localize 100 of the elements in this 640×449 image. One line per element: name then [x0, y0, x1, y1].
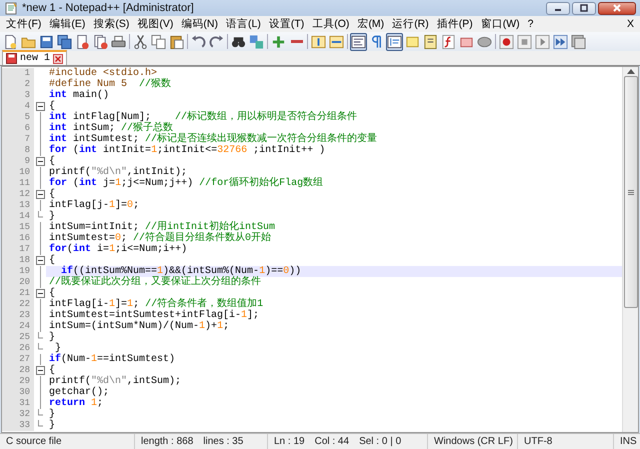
line-number: 18	[2, 255, 34, 266]
code-line: {	[48, 156, 56, 167]
scissors-icon	[133, 34, 148, 50]
grip-icon	[628, 190, 634, 194]
close-icon[interactable]	[53, 54, 64, 64]
floppy-disks-icon	[57, 34, 72, 50]
line-number: 24	[2, 321, 34, 332]
fold-minus-icon[interactable]	[36, 190, 44, 199]
code-line: #include <stdio.h>	[48, 68, 158, 79]
fold-minus-icon[interactable]	[36, 157, 44, 166]
fold-minus-icon[interactable]	[36, 102, 44, 111]
code-line: {	[48, 288, 56, 299]
copy-icon	[151, 34, 166, 50]
toolbar-button[interactable]	[552, 32, 569, 50]
menu-item[interactable]: 编辑(E)	[45, 17, 90, 31]
menu-item[interactable]: 宏(M)	[353, 17, 388, 31]
toolbar-button[interactable]	[92, 32, 109, 50]
code-line: {	[48, 101, 56, 112]
line-number: 6	[2, 123, 34, 134]
line-number: 28	[2, 365, 34, 376]
menu-item[interactable]: 文件(F)	[2, 17, 46, 31]
line-number: 16	[2, 233, 34, 244]
code-line: #define Num 5 //猴数	[48, 79, 172, 90]
code-line: intFlag[j-1]=0;	[48, 200, 140, 211]
menu-item[interactable]: 视图(V)	[133, 17, 178, 31]
minimize-button[interactable]	[546, 2, 570, 14]
status-text: Windows (CR LF)	[434, 436, 513, 447]
status-text: Col : 44	[314, 436, 350, 447]
line-number: 29	[2, 376, 34, 387]
undo-icon	[191, 34, 206, 50]
line-number: 23	[2, 310, 34, 321]
line-number: 12	[2, 189, 34, 200]
replace-icon	[249, 34, 264, 50]
menu-item[interactable]: 编码(N)	[177, 17, 222, 31]
status-text: length : 868	[141, 436, 194, 447]
toolbar-button[interactable]	[422, 32, 439, 50]
toolbar-button[interactable]	[386, 32, 403, 50]
status-text: UTF-8	[524, 436, 552, 447]
line-number: 25	[2, 332, 34, 343]
line-number: 10	[2, 167, 34, 178]
status-text: Ln : 19	[274, 436, 305, 447]
zoom-in-icon	[271, 34, 286, 50]
vertical-scrollbar[interactable]	[622, 67, 638, 432]
status-text: INS	[620, 436, 637, 447]
code-line: }	[48, 409, 56, 420]
menu-item[interactable]: 搜索(S)	[89, 17, 134, 31]
close-document-button[interactable]: X	[622, 18, 638, 30]
code-line: for (int j=1;j<=Num;j++) //for循环初始化Flag数组	[48, 178, 324, 189]
line-number: 7	[2, 134, 34, 145]
word-wrap-icon	[351, 34, 366, 50]
code-line: if(Num-1==intSumtest)	[48, 354, 176, 365]
line-number: 4	[2, 101, 34, 112]
line-number: 2	[2, 79, 34, 90]
clipboard-icon	[169, 34, 184, 50]
code-line: }	[55, 343, 62, 354]
code-line: intSumtest=0; //符合题目分组条件数从0开始	[48, 233, 272, 244]
line-number: 14	[2, 211, 34, 222]
maximize-icon	[579, 4, 589, 12]
close-file-icon	[75, 34, 90, 50]
fold-minus-icon[interactable]	[36, 366, 44, 375]
toolbar-button[interactable]	[350, 32, 367, 50]
menu-item[interactable]: 插件(P)	[432, 17, 477, 31]
code-line: {	[48, 365, 56, 376]
fold-minus-icon[interactable]	[36, 289, 44, 298]
toolbar-button[interactable]	[440, 32, 457, 50]
toolbar-button[interactable]	[56, 32, 73, 50]
function-list-icon	[441, 34, 456, 50]
line-number: 31	[2, 398, 34, 409]
code-line: {	[48, 255, 56, 266]
menu-item[interactable]: 工具(O)	[308, 17, 354, 31]
toolbar-button[interactable]	[498, 32, 515, 50]
stop-icon	[517, 34, 532, 50]
menu-item[interactable]: ?	[524, 18, 538, 30]
close-button[interactable]	[598, 2, 636, 14]
fold-minus-icon[interactable]	[36, 256, 44, 265]
code-line: }	[48, 332, 56, 343]
code-line: int intFlag[Num]; //标记数组，用以标明是否符合分组条件	[48, 112, 358, 123]
menu-item[interactable]: 设置(T)	[264, 17, 308, 31]
menu-item[interactable]: 运行(R)	[388, 17, 433, 31]
menu-item[interactable]: 语言(L)	[222, 17, 265, 31]
line-number: 9	[2, 156, 34, 167]
code-line: printf("%d\n",intInit);	[48, 167, 188, 178]
menu-item[interactable]: 窗口(W)	[476, 17, 524, 31]
close-files-icon	[93, 34, 108, 50]
line-number: 1	[2, 68, 34, 79]
maximize-button[interactable]	[572, 2, 596, 14]
code-line: getchar();	[48, 387, 110, 398]
status-text: lines : 35	[203, 436, 244, 447]
status-text: C source file	[6, 436, 62, 447]
line-number: 20	[2, 277, 34, 288]
new-file-icon	[3, 34, 18, 50]
line-number: 27	[2, 354, 34, 365]
play-icon	[535, 34, 550, 50]
toolbar-button[interactable]	[132, 32, 149, 50]
indent-guide-icon	[387, 34, 402, 50]
line-number: 3	[2, 90, 34, 101]
code-line: for(int i=1;i<=Num;i++)	[48, 244, 188, 255]
fast-forward-icon	[553, 34, 568, 50]
code-line: intSum=intInit; //用intInit初始化intSum	[48, 222, 276, 233]
vertical-sync-icon	[311, 34, 326, 50]
